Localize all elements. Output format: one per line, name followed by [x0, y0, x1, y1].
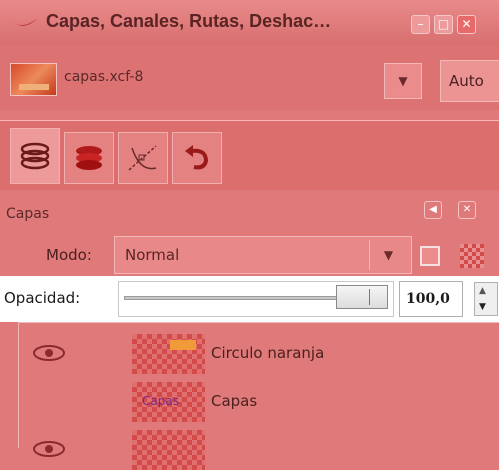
tab-layers[interactable] [10, 128, 60, 184]
layer-name[interactable]: Capas [211, 392, 257, 410]
layer-thumbnail [132, 334, 205, 374]
layer-row[interactable] [19, 424, 499, 470]
lock-alpha-toggle[interactable] [460, 244, 484, 268]
layers-icon [20, 142, 50, 170]
gimp-icon [10, 18, 38, 26]
close-icon: ✕ [462, 204, 472, 215]
minimize-button[interactable]: – [411, 15, 430, 34]
opacity-spin-button[interactable] [474, 282, 498, 316]
opacity-slider-handle[interactable] [336, 285, 388, 309]
mode-select[interactable]: Normal [114, 236, 412, 274]
lock-pixels-toggle[interactable] [420, 246, 440, 266]
mode-label: Modo: [46, 246, 92, 264]
triangle-left-icon: ◀ [429, 204, 437, 215]
chevron-down-icon: ▼ [398, 74, 408, 88]
layer-row[interactable] [19, 376, 499, 422]
auto-button[interactable]: Auto [440, 60, 499, 102]
opacity-value-field[interactable]: 100,0 [399, 281, 463, 317]
image-thumbnail [10, 63, 57, 96]
layer-thumbnail [132, 430, 205, 470]
mode-dropdown-button[interactable]: ▼ [369, 240, 407, 270]
panel-title: Capas [6, 206, 50, 222]
tab-paths[interactable] [118, 132, 168, 184]
layer-thumbnail: Capas [132, 382, 205, 422]
window-title: Capas, Canales, Rutas, Deshac… [46, 11, 332, 31]
layer-thumbnail-text: Capas [142, 394, 179, 408]
tab-channels[interactable] [64, 132, 114, 184]
image-selector[interactable]: capas.xcf-8 [64, 69, 143, 85]
opacity-label: Opacidad: [4, 289, 81, 307]
paths-icon [128, 145, 157, 171]
image-dropdown-button[interactable]: ▼ [384, 63, 422, 99]
spin-down-icon[interactable]: ▼ [479, 302, 486, 312]
channels-icon [76, 146, 102, 170]
close-button[interactable]: ✕ [457, 15, 476, 34]
tab-undo[interactable] [172, 132, 222, 184]
eye-icon[interactable] [32, 344, 66, 362]
eye-icon[interactable] [32, 440, 66, 458]
maximize-button[interactable]: □ [434, 15, 453, 34]
chevron-down-icon: ▼ [383, 248, 394, 262]
panel-close-button[interactable]: ✕ [458, 201, 476, 219]
panel-menu-button[interactable]: ◀ [424, 201, 442, 219]
spin-up-icon[interactable]: ▲ [479, 286, 486, 296]
undo-icon [185, 145, 209, 170]
layer-name[interactable]: Circulo naranja [211, 344, 324, 362]
